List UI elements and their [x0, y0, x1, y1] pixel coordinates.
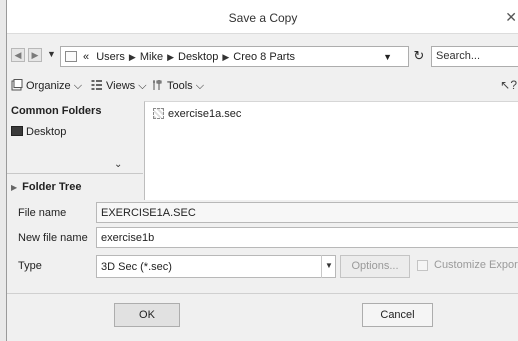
address-row: ◀ ▶ ▼ « Users ▶ Mike ▶ Desktop ▶ Creo 8 Parts …: [7, 44, 518, 68]
file-list[interactable]: exercise1a.sec: [144, 101, 518, 200]
organize-icon: [11, 79, 23, 91]
refresh-icon[interactable]: ↻: [410, 46, 428, 67]
new-file-name-label: New file name: [18, 232, 88, 244]
back-arrow-icon[interactable]: ◀: [11, 48, 25, 62]
type-label: Type: [18, 260, 42, 272]
options-button[interactable]: Options...: [340, 255, 410, 278]
views-label: Views: [106, 80, 136, 92]
left-pane: Common Folders Desktop ⌄ ▶ Folder Tree: [7, 101, 143, 200]
desktop-icon: [11, 126, 23, 136]
folder-tree-toggle[interactable]: ▶ Folder Tree: [11, 181, 81, 193]
help-icon[interactable]: ↖?: [500, 78, 517, 92]
list-item[interactable]: exercise1a.sec: [153, 108, 241, 120]
tools-label: Tools: [167, 80, 193, 92]
title-bar: Save a Copy ✕: [7, 0, 518, 34]
tools-menu[interactable]: Tools ⌵: [152, 79, 204, 93]
folder-tree-label: Folder Tree: [22, 181, 82, 193]
divider: [7, 173, 143, 174]
breadcrumb-mike[interactable]: Mike: [140, 51, 163, 63]
breadcrumb: « Users ▶ Mike ▶ Desktop ▶ Creo 8 Parts: [83, 51, 295, 63]
type-select[interactable]: 3D Sec (*.sec): [96, 255, 336, 278]
new-file-name-input[interactable]: exercise1b: [96, 227, 518, 248]
breadcrumb-separator-icon[interactable]: ▶: [222, 52, 229, 62]
tools-icon: [153, 80, 162, 90]
breadcrumb-separator-icon[interactable]: ▶: [167, 52, 174, 62]
views-menu[interactable]: Views ⌵: [91, 79, 147, 93]
section-file-icon: [153, 108, 164, 119]
toolbar: Organize ⌵ Views ⌵ Tools ⌵ ↖?: [7, 76, 518, 96]
breadcrumb-desktop[interactable]: Desktop: [178, 51, 218, 63]
address-bar[interactable]: « Users ▶ Mike ▶ Desktop ▶ Creo 8 Parts ▼: [60, 46, 409, 67]
history-dropdown-icon[interactable]: ▼: [47, 49, 56, 59]
window-title: Save a Copy: [228, 11, 298, 25]
common-folder-desktop[interactable]: Desktop: [11, 126, 66, 138]
cancel-button[interactable]: Cancel: [362, 303, 433, 327]
breadcrumb-separator-icon[interactable]: ▶: [129, 52, 136, 62]
organize-menu[interactable]: Organize ⌵: [11, 79, 82, 93]
search-input[interactable]: Search...: [431, 46, 518, 67]
common-folders-heading: Common Folders: [11, 105, 102, 117]
customize-export-checkbox[interactable]: [417, 260, 428, 271]
forward-arrow-icon[interactable]: ▶: [28, 48, 42, 62]
organize-label: Organize: [26, 80, 71, 92]
desktop-label: Desktop: [26, 126, 67, 138]
breadcrumb-creo-8-parts[interactable]: Creo 8 Parts: [233, 51, 295, 63]
file-name-label: File name: [18, 207, 67, 219]
views-icon: [91, 80, 102, 90]
breadcrumb-overflow[interactable]: «: [83, 51, 89, 63]
file-name: exercise1a.sec: [168, 108, 242, 120]
customize-export-label: Customize Export: [434, 259, 518, 271]
file-name-field: EXERCISE1A.SEC: [96, 202, 518, 223]
breadcrumb-users[interactable]: Users: [96, 51, 125, 63]
ok-button[interactable]: OK: [114, 303, 180, 327]
expand-arrow-icon: ▶: [11, 183, 18, 192]
folder-icon: [65, 51, 77, 62]
save-a-copy-dialog: Save a Copy ✕ ◀ ▶ ▼ « Users ▶ Mike ▶ Desktop…: [6, 0, 518, 341]
close-icon[interactable]: ✕: [505, 9, 517, 26]
chevron-down-icon[interactable]: ⌄: [114, 159, 122, 170]
divider: [7, 293, 518, 294]
address-dropdown-icon[interactable]: ▼: [383, 52, 392, 62]
type-dropdown-icon[interactable]: ▼: [321, 255, 336, 278]
